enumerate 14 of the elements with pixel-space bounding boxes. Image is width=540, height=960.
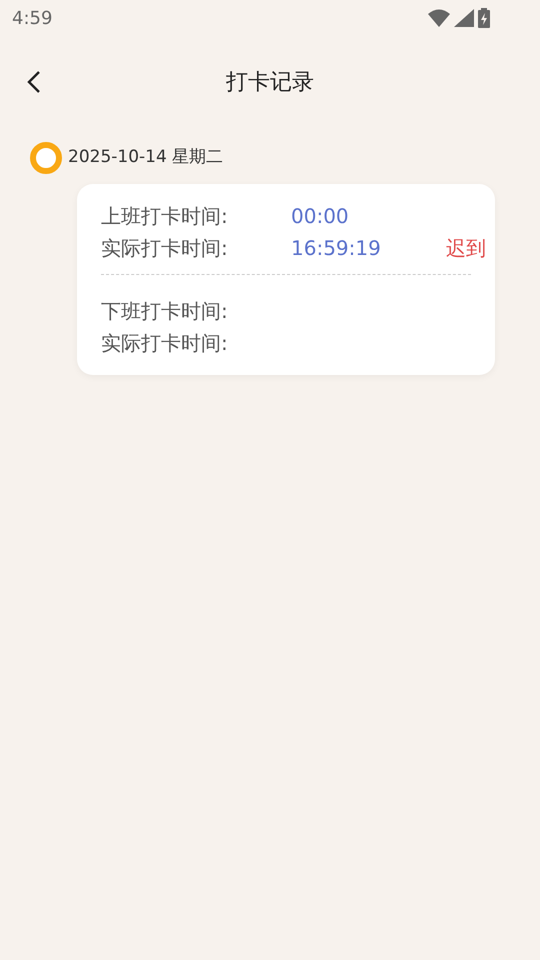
row-label: 实际打卡时间:: [101, 235, 229, 262]
record-date: 2025-10-14 星期二: [68, 146, 224, 170]
row-label: 下班打卡时间:: [101, 298, 229, 325]
time-value: 16:59:19: [291, 235, 381, 262]
back-icon: [27, 70, 41, 94]
status-time: 4:59: [12, 6, 52, 30]
signal-icon: [454, 9, 474, 27]
battery-icon: [478, 8, 490, 28]
row-label: 上班打卡时间:: [101, 203, 229, 230]
wifi-icon: [428, 9, 450, 27]
row-label: 实际打卡时间:: [101, 330, 229, 357]
time-value: 00:00: [291, 203, 349, 230]
late-status: 迟到: [446, 235, 486, 262]
page-title: 打卡记录: [226, 68, 314, 96]
